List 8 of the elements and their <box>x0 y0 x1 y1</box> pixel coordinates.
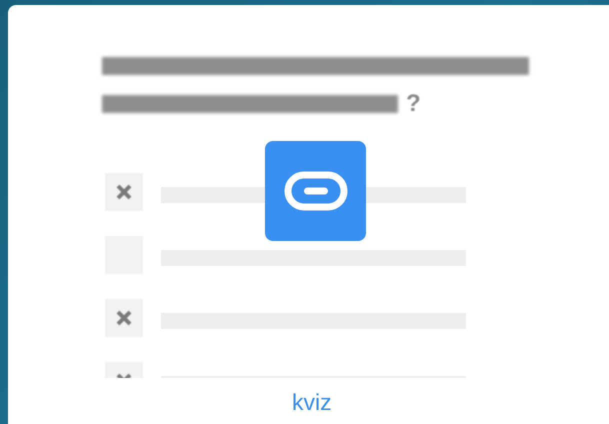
link-tile[interactable] <box>265 141 366 241</box>
cross-icon <box>114 182 134 202</box>
option-checkbox[interactable] <box>105 298 143 336</box>
quiz-link[interactable]: kviz <box>292 389 332 416</box>
question-mark: ? <box>406 90 421 118</box>
link-icon <box>284 171 348 211</box>
option-checkbox[interactable] <box>105 172 143 210</box>
cross-icon <box>114 308 134 328</box>
